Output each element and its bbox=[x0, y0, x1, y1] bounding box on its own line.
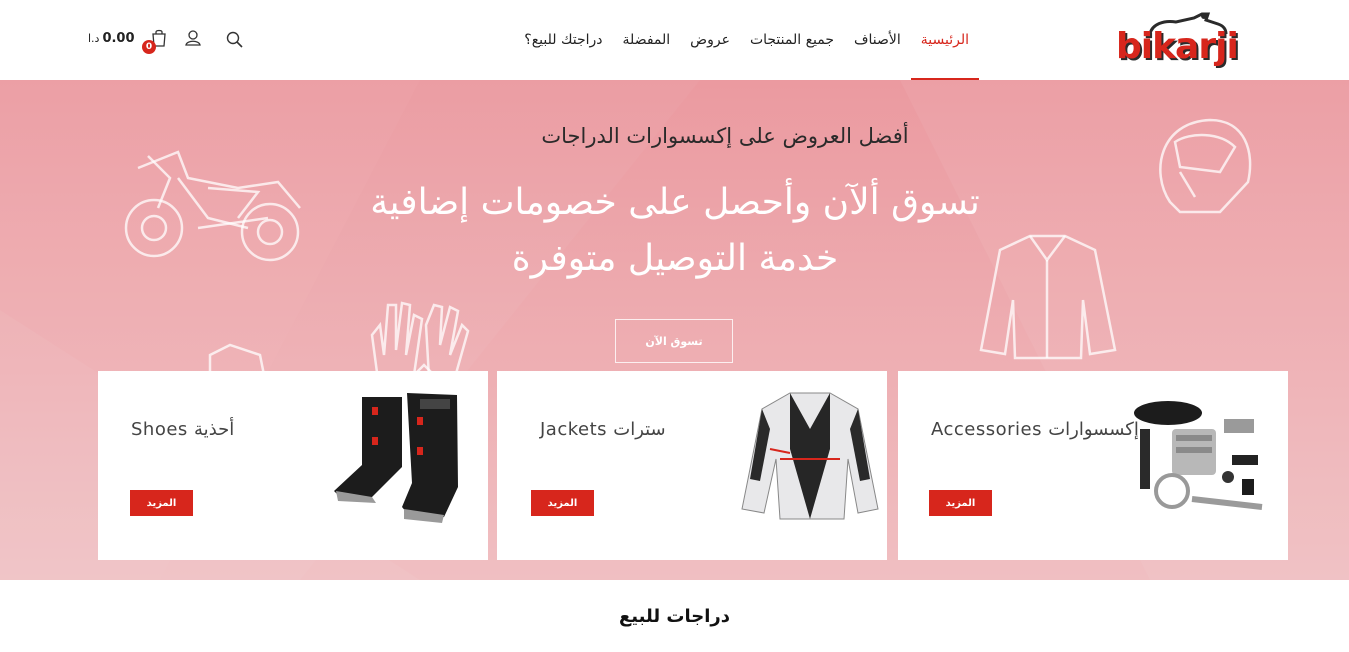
category-card-accessories[interactable]: Accessories إكسسوارات المزيد bbox=[898, 371, 1288, 560]
more-button[interactable]: المزيد bbox=[130, 490, 193, 516]
nav-item-all-products[interactable]: جميع المنتجات bbox=[740, 0, 844, 80]
card-title: Shoes أحذية bbox=[131, 419, 235, 440]
helmet-outline-icon bbox=[1159, 118, 1252, 214]
search-icon[interactable] bbox=[225, 30, 245, 50]
card-title: Accessories إكسسوارات bbox=[931, 419, 1139, 440]
currency-label: د.ا bbox=[88, 32, 100, 45]
site-logo[interactable]: bikarji bbox=[1112, 12, 1240, 74]
category-card-jackets[interactable]: Jackets سترات المزيد bbox=[497, 371, 887, 560]
hero-subtitle: أفضل العروض على إكسسوارات الدراجات bbox=[541, 124, 909, 148]
logo-text: bikarji bbox=[1116, 26, 1239, 67]
cart-total-value: 0.00 bbox=[102, 31, 135, 46]
section-title-bikes-for-sale: دراجات للبيع bbox=[619, 606, 730, 627]
main-nav: الرئيسية الأصناف جميع المنتجات عروض المف… bbox=[514, 0, 980, 80]
site-header: bikarji الرئيسية الأصناف جميع المنتجات ع… bbox=[0, 0, 1349, 80]
card-title: Jackets سترات bbox=[540, 419, 666, 440]
shop-now-button[interactable]: تسوق الآن bbox=[615, 319, 733, 363]
nav-item-home[interactable]: الرئيسية bbox=[910, 0, 980, 80]
boots-image bbox=[334, 393, 458, 523]
user-icon[interactable] bbox=[183, 28, 203, 48]
cart-count-badge: 0 bbox=[142, 40, 156, 54]
more-button[interactable]: المزيد bbox=[531, 490, 594, 516]
category-card-shoes[interactable]: Shoes أحذية المزيد bbox=[98, 371, 488, 560]
hero-title-line-2: خدمة التوصيل متوفرة bbox=[511, 238, 839, 279]
more-button[interactable]: المزيد bbox=[929, 490, 992, 516]
jacket-image bbox=[741, 392, 879, 520]
nav-item-categories[interactable]: الأصناف bbox=[844, 0, 911, 80]
nav-item-favorites[interactable]: المفضلة bbox=[613, 0, 681, 80]
hero-title: تسوق ألآن وأحصل على خصومات إضافية خدمة ا… bbox=[250, 175, 1100, 287]
nav-item-offers[interactable]: عروض bbox=[680, 0, 740, 80]
hero-title-line-1: تسوق ألآن وأحصل على خصومات إضافية bbox=[370, 182, 980, 223]
cart-total[interactable]: د.ا 0.00 bbox=[88, 31, 135, 46]
engine-kit-image bbox=[1134, 401, 1263, 510]
nav-item-sell-your-bike[interactable]: دراجتك للبيع؟ bbox=[514, 0, 612, 80]
